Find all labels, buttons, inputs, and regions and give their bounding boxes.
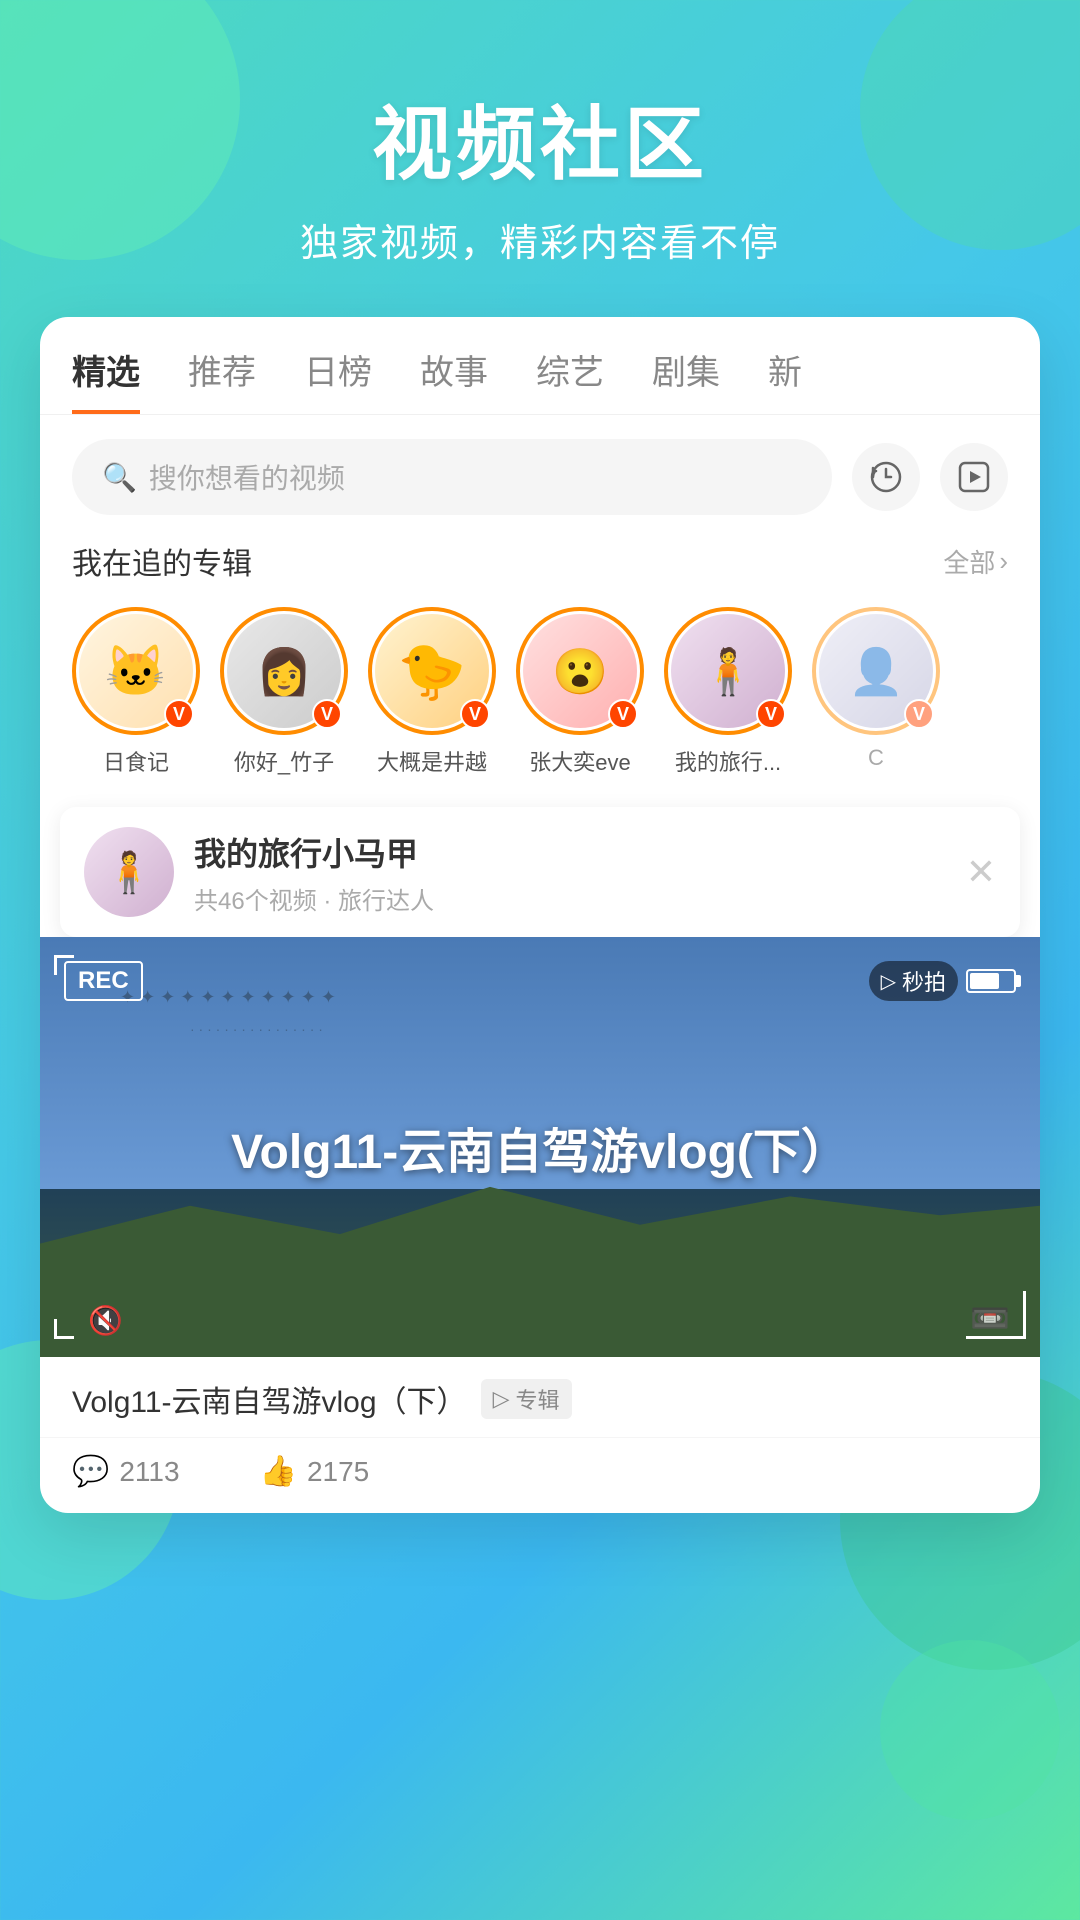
popup-subtitle: 共46个视频 · 旅行达人 bbox=[194, 881, 434, 916]
video-playlist-button[interactable] bbox=[940, 443, 1008, 511]
avatar-name: 日食记 bbox=[103, 745, 169, 777]
tab-bar: 精选 推荐 日榜 故事 综艺 剧集 新 bbox=[40, 317, 1040, 415]
video-player[interactable]: ✦ ✦ ✦ ✦ ✦ ✦ ✦ ✦ ✦ ✦ ✦ · · · · · · · · · … bbox=[40, 937, 1040, 1357]
avatar-name: C bbox=[868, 745, 884, 771]
avatar-ring: 😮 V bbox=[516, 607, 644, 735]
video-birds: ✦ ✦ ✦ ✦ ✦ ✦ ✦ ✦ ✦ ✦ ✦ bbox=[120, 987, 336, 1008]
avatar-list: 🐱 V 日食记 👩 V 你好_竹子 🐤 V 大概是井越 bbox=[72, 607, 1008, 777]
following-title: 我在追的专辑 bbox=[72, 539, 252, 583]
avatar-ring: 👩 V bbox=[220, 607, 348, 735]
video-birds2: · · · · · · · · · · · · · · · · bbox=[190, 1021, 323, 1037]
video-info: Volg11-云南自驾游vlog（下） ▷ 专辑 bbox=[40, 1357, 1040, 1437]
main-card: 精选 推荐 日榜 故事 综艺 剧集 新 🔍 搜你想看的视频 bbox=[40, 317, 1040, 1513]
tab-juji[interactable]: 剧集 bbox=[652, 345, 720, 414]
miao-badge: ▷ 秒拍 bbox=[869, 961, 958, 1001]
v-badge: V bbox=[608, 699, 638, 729]
search-icon: 🔍 bbox=[102, 461, 137, 494]
avatar-name: 张大奕eve bbox=[529, 745, 630, 777]
popup-close-button[interactable]: ✕ bbox=[966, 851, 996, 893]
likes-stat[interactable]: 👍 2175 bbox=[260, 1454, 370, 1489]
popup-info: 我的旅行小马甲 共46个视频 · 旅行达人 bbox=[194, 829, 434, 916]
search-bar[interactable]: 🔍 搜你想看的视频 bbox=[72, 439, 832, 515]
zhuanji-badge[interactable]: ▷ 专辑 bbox=[481, 1379, 572, 1419]
tab-ribang[interactable]: 日榜 bbox=[304, 345, 372, 414]
avatar-item-lvxing[interactable]: 🧍 V 我的旅行... bbox=[664, 607, 792, 777]
v-badge: V bbox=[756, 699, 786, 729]
volume-icon[interactable]: 🔇 bbox=[88, 1304, 123, 1337]
likes-icon: 👍 bbox=[260, 1454, 297, 1489]
popup-avatar: 🧍 bbox=[84, 827, 174, 917]
avatar-ring: 🧍 V bbox=[664, 607, 792, 735]
page-title: 视频社区 bbox=[0, 80, 1080, 196]
following-section: 我在追的专辑 全部 › 🐱 V 日食记 👩 V 你好_竹子 bbox=[40, 539, 1040, 797]
avatar-item-zhangdayi[interactable]: 😮 V 张大奕eve bbox=[516, 607, 644, 777]
zhuanji-label: 专辑 bbox=[515, 1383, 559, 1415]
popup-card: 🧍 我的旅行小马甲 共46个视频 · 旅行达人 ✕ bbox=[60, 807, 1020, 937]
following-all-button[interactable]: 全部 › bbox=[943, 543, 1008, 580]
blob-decoration-br2 bbox=[880, 1640, 1060, 1820]
page-subtitle: 独家视频，精彩内容看不停 bbox=[0, 212, 1080, 267]
avatar-ring: 🐤 V bbox=[368, 607, 496, 735]
avatar-name: 你好_竹子 bbox=[234, 745, 334, 777]
search-input-placeholder: 搜你想看的视频 bbox=[149, 457, 345, 497]
video-stats: 💬 2113 👍 2175 bbox=[40, 1437, 1040, 1513]
chevron-right-icon: › bbox=[999, 546, 1008, 577]
v-badge: V bbox=[460, 699, 490, 729]
video-title-row: Volg11-云南自驾游vlog（下） ▷ 专辑 bbox=[72, 1377, 1008, 1421]
v-badge: V bbox=[904, 699, 934, 729]
comments-stat[interactable]: 💬 2113 bbox=[72, 1454, 180, 1489]
video-title: Volg11-云南自驾游vlog（下） bbox=[72, 1377, 467, 1421]
v-badge: V bbox=[164, 699, 194, 729]
comments-count: 2113 bbox=[119, 1456, 179, 1488]
top-right-controls: ▷ 秒拍 bbox=[869, 961, 1016, 1001]
avatar-item-partial[interactable]: 👤 V C bbox=[812, 607, 940, 777]
video-mountain bbox=[40, 1168, 1040, 1357]
corner-bl bbox=[54, 1319, 74, 1339]
tab-jingxuan[interactable]: 精选 bbox=[72, 345, 140, 414]
likes-count: 2175 bbox=[307, 1456, 369, 1488]
header: 视频社区 独家视频，精彩内容看不停 bbox=[0, 0, 1080, 317]
battery-fill bbox=[970, 973, 999, 989]
avatar-ring: 👤 V bbox=[812, 607, 940, 735]
video-title-overlay: Volg11-云南自驾游vlog(下） bbox=[231, 1112, 849, 1182]
tab-zongyi[interactable]: 综艺 bbox=[536, 345, 604, 414]
cassette-icon: 📼 bbox=[970, 1299, 1010, 1337]
search-section: 🔍 搜你想看的视频 bbox=[40, 415, 1040, 539]
avatar-item-zhuzhu[interactable]: 👩 V 你好_竹子 bbox=[220, 607, 348, 777]
avatar-name: 大概是井越 bbox=[377, 745, 487, 777]
following-header: 我在追的专辑 全部 › bbox=[72, 539, 1008, 583]
tab-gushi[interactable]: 故事 bbox=[420, 345, 488, 414]
history-button[interactable] bbox=[852, 443, 920, 511]
tab-new[interactable]: 新 bbox=[768, 345, 802, 414]
tab-tuijian[interactable]: 推荐 bbox=[188, 345, 256, 414]
avatar-ring: 🐱 V bbox=[72, 607, 200, 735]
avatar-name: 我的旅行... bbox=[675, 745, 781, 777]
v-badge: V bbox=[312, 699, 342, 729]
avatar-item-rishiji[interactable]: 🐱 V 日食记 bbox=[72, 607, 200, 777]
battery-icon bbox=[966, 969, 1016, 993]
comments-icon: 💬 bbox=[72, 1454, 109, 1489]
rec-badge: REC bbox=[64, 961, 143, 1001]
avatar-item-jingyue[interactable]: 🐤 V 大概是井越 bbox=[368, 607, 496, 777]
play-icon: ▷ bbox=[493, 1386, 510, 1412]
popup-title: 我的旅行小马甲 bbox=[194, 829, 434, 875]
